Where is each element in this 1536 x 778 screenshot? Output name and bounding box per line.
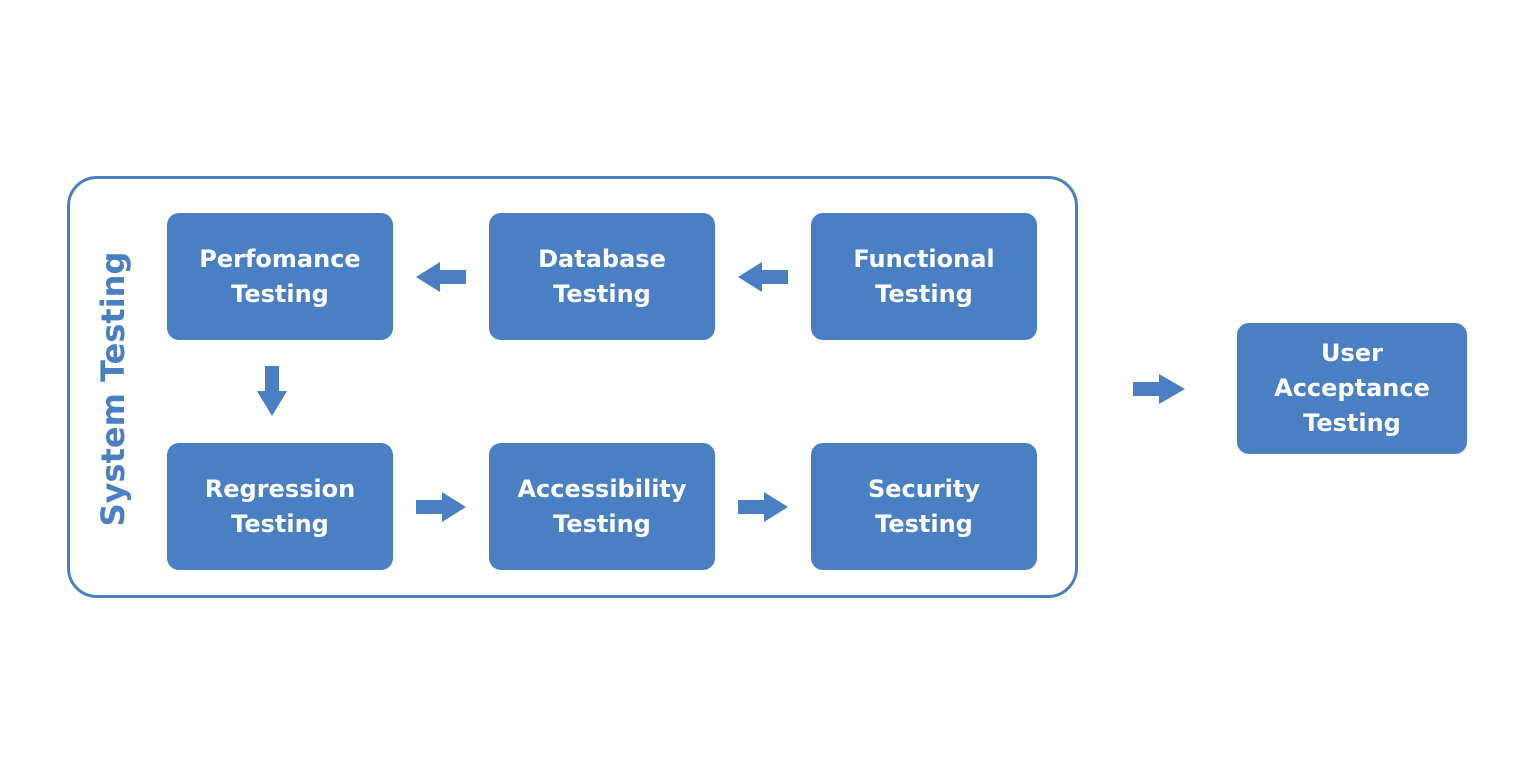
node-label-line: Testing — [1303, 409, 1401, 437]
node-label-line: Testing — [231, 279, 329, 308]
node-user-acceptance-testing: User Acceptance Testing — [1237, 323, 1467, 454]
node-label-line: Database — [538, 244, 666, 273]
arrow-left-icon — [738, 262, 788, 292]
node-label-line: User — [1321, 339, 1383, 367]
node-performance-testing: Perfomance Testing — [167, 213, 393, 340]
system-testing-label: System Testing — [94, 251, 132, 527]
node-label-line: Testing — [875, 509, 973, 538]
node-label-line: Testing — [231, 509, 329, 538]
node-label-line: Testing — [875, 279, 973, 308]
node-label-line: Functional — [853, 244, 995, 273]
node-label-line: Testing — [553, 509, 651, 538]
node-functional-testing: Functional Testing — [811, 213, 1037, 340]
arrow-right-icon — [1133, 374, 1185, 404]
arrow-right-icon — [416, 492, 466, 522]
arrow-left-icon — [416, 262, 466, 292]
node-label-line: Accessibility — [517, 474, 687, 503]
node-label-line: Security — [867, 474, 981, 503]
arrow-down-icon — [257, 366, 287, 416]
arrow-right-icon — [738, 492, 788, 522]
node-label-line: Regression — [204, 474, 356, 503]
node-label-line: Testing — [553, 279, 651, 308]
node-label-line: Acceptance — [1274, 374, 1430, 402]
node-database-testing: Database Testing — [489, 213, 715, 340]
node-security-testing: Security Testing — [811, 443, 1037, 570]
node-label-line: Perfomance — [199, 244, 361, 273]
node-regression-testing: Regression Testing — [167, 443, 393, 570]
node-accessibility-testing: Accessibility Testing — [489, 443, 715, 570]
